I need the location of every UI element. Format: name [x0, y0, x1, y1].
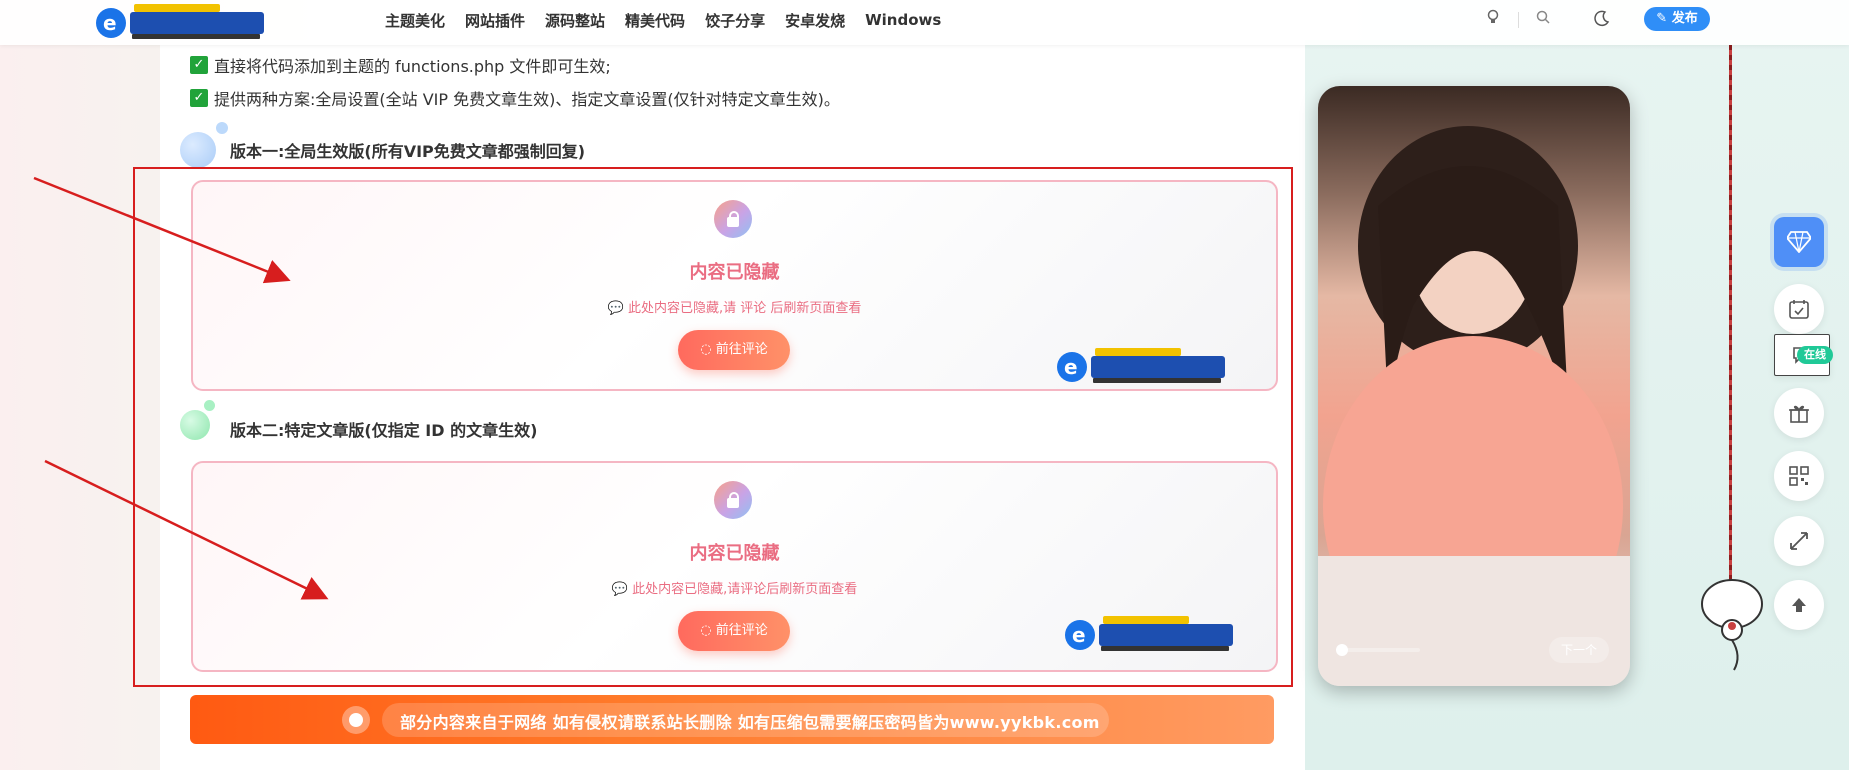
fullscreen-button[interactable]	[1774, 516, 1824, 566]
qrcode-icon	[1789, 466, 1809, 486]
publish-label: 发布	[1671, 11, 1698, 26]
expand-icon	[1790, 532, 1808, 550]
pencil-icon: ✎	[1656, 11, 1672, 26]
checkin-button[interactable]	[1774, 284, 1824, 334]
rope-decoration	[1729, 45, 1732, 625]
site-logo[interactable]: e	[94, 2, 270, 40]
back-to-top-button[interactable]	[1774, 580, 1824, 630]
video-progress[interactable]	[1336, 644, 1420, 656]
video-frame-image	[1318, 126, 1630, 686]
diamond-icon	[1787, 231, 1811, 253]
gift-icon	[1789, 405, 1809, 423]
search-icon[interactable]	[1532, 9, 1554, 31]
nav-item-windows[interactable]: Windows	[865, 11, 941, 29]
bulb-icon[interactable]	[1482, 9, 1504, 31]
online-badge: 在线	[1797, 346, 1833, 364]
notice-bar: 部分内容来自于网络 如有侵权请联系站长删除 如有压缩包需要解压密码皆为www.y…	[190, 695, 1274, 744]
nav-item-code[interactable]: 精美代码	[625, 10, 685, 31]
top-header: e 主题美化 网站插件 源码整站 精美代码 饺子分享 安卓发烧 Windows …	[0, 0, 1849, 45]
vip-diamond-button[interactable]	[1774, 217, 1824, 267]
nav-item-source[interactable]: 源码整站	[545, 10, 605, 31]
dark-mode-icon[interactable]	[1591, 9, 1613, 31]
nav-item-theme[interactable]: 主题美化	[385, 10, 445, 31]
publish-button[interactable]: ✎ 发布	[1644, 7, 1710, 31]
nav-item-share[interactable]: 饺子分享	[705, 10, 765, 31]
arrow-up-icon	[1792, 598, 1806, 612]
qrcode-button[interactable]	[1774, 451, 1824, 501]
cat-mascot-icon	[1701, 579, 1763, 671]
calendar-check-icon	[1789, 300, 1809, 319]
video-player[interactable]: 下一个	[1318, 86, 1630, 686]
nav-item-plugins[interactable]: 网站插件	[465, 10, 525, 31]
notice-dot-icon	[342, 706, 370, 734]
svg-text:e: e	[103, 11, 117, 35]
header-divider	[1518, 12, 1519, 28]
gift-button[interactable]	[1774, 388, 1824, 438]
main-nav: 主题美化 网站插件 源码整站 精美代码 饺子分享 安卓发烧 Windows	[385, 0, 941, 40]
annotation-arrow	[44, 459, 329, 600]
notice-text: 部分内容来自于网络 如有侵权请联系站长删除 如有压缩包需要解压密码皆为www.y…	[400, 713, 1100, 732]
nav-item-android[interactable]: 安卓发烧	[785, 10, 845, 31]
next-video-button[interactable]: 下一个	[1549, 637, 1609, 663]
annotation-arrow	[33, 176, 291, 284]
